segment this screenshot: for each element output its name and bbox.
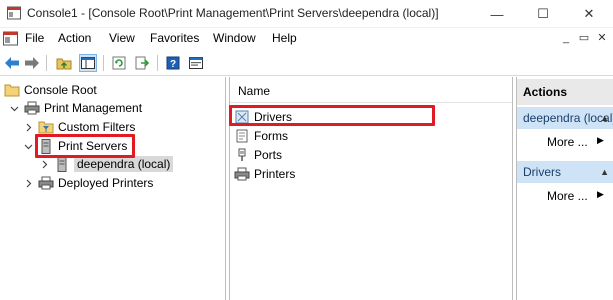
forms-icon [234,128,250,144]
toolbar-separator [46,55,47,71]
up-folder-icon[interactable] [55,54,73,72]
back-icon[interactable] [3,54,21,72]
server-icon [54,156,70,172]
chevron-right-icon: ▶ [597,189,604,199]
list-item-label: Drivers [254,110,292,124]
collapse-caret-icon[interactable]: ▲ [600,107,609,129]
actions-more-drivers[interactable]: More ... ▶ [547,189,604,203]
help-icon[interactable]: ? [164,54,182,72]
mmc-app-icon [7,6,21,20]
console-tree-pane: Console Root Print Management Custom Fil… [0,77,226,300]
forward-icon[interactable] [23,54,41,72]
actions-section-server[interactable]: deependra (local) ▲ [517,107,613,129]
column-header-name[interactable]: Name [230,77,512,103]
tree-label: Custom Filters [58,120,136,134]
menu-action[interactable]: Action [58,31,91,45]
toolbar-separator [157,55,158,71]
chevron-right-icon[interactable] [38,158,50,170]
list-item-printers[interactable]: Printers [234,165,295,183]
menu-window[interactable]: Window [213,31,256,45]
console-menu-icon[interactable] [3,31,18,46]
list-item-label: Ports [254,148,283,162]
actions-header: Actions [517,79,613,105]
chevron-right-icon[interactable] [22,177,34,189]
menu-bar: File Action View Favorites Window Help _… [0,28,613,50]
tree-label: Print Servers [58,139,128,153]
chevron-right-icon[interactable] [22,121,34,133]
folder-icon [4,82,20,98]
menu-view[interactable]: View [109,31,135,45]
properties-icon[interactable] [187,54,205,72]
drivers-icon [234,109,250,125]
tree-node-deployed-printers[interactable]: Deployed Printers [22,174,153,192]
tree-node-server-local[interactable]: deependra (local) [38,155,174,173]
toolbar: ? [0,50,613,76]
close-button[interactable]: ✕ [566,0,612,28]
actions-pane: Actions deependra (local) ▲ More ... ▶ D… [516,77,613,300]
mdi-close-button[interactable]: ✕ [594,30,610,46]
chevron-down-icon[interactable] [22,140,34,152]
list-item-label: Forms [254,129,288,143]
menu-favorites[interactable]: Favorites [150,31,199,45]
actions-section-drivers[interactable]: Drivers ▲ [517,161,613,183]
list-item-ports[interactable]: Ports [234,146,282,164]
mdi-restore-button[interactable]: ▭ [576,30,592,46]
actions-section-label: Drivers [523,165,561,179]
menu-file[interactable]: File [25,31,44,45]
printer-icon [38,175,54,191]
printer-icon [24,100,40,116]
refresh-icon[interactable] [110,54,128,72]
chevron-down-icon[interactable] [8,102,20,114]
window-title: Console1 - [Console Root\Print Managemen… [27,6,439,20]
more-label: More ... [547,135,588,149]
filter-folder-icon [38,119,54,135]
chevron-right-icon: ▶ [597,135,604,145]
port-plug-icon [234,147,250,163]
list-item-drivers[interactable]: Drivers [234,108,292,126]
tree-label: Console Root [24,83,97,97]
tree-label: Deployed Printers [58,176,154,190]
tree-node-print-servers[interactable]: Print Servers [22,137,127,155]
more-label: More ... [547,189,588,203]
svg-text:?: ? [170,59,176,70]
minimize-button[interactable]: — [474,0,520,28]
tree-node-print-management[interactable]: Print Management [8,99,142,117]
printer-icon [234,166,250,182]
column-header-label: Name [238,84,271,98]
tree-label: Print Management [44,101,143,115]
toolbar-separator [103,55,104,71]
collapse-caret-icon[interactable]: ▲ [600,161,609,183]
menu-help[interactable]: Help [272,31,297,45]
server-icon [38,138,54,154]
maximize-button[interactable]: ☐ [520,0,566,28]
list-item-forms[interactable]: Forms [234,127,288,145]
show-hide-tree-icon[interactable] [79,54,97,72]
list-item-label: Printers [254,167,296,181]
actions-more-server[interactable]: More ... ▶ [547,135,604,149]
export-list-icon[interactable] [133,54,151,72]
mdi-minimize-button[interactable]: _ [558,30,574,46]
tree-node-custom-filters[interactable]: Custom Filters [22,118,135,136]
tree-node-console-root[interactable]: Console Root [4,81,97,99]
result-list-pane: Name Drivers Forms Ports Printers [229,77,513,300]
tree-label-selected: deependra (local) [74,156,174,172]
title-bar: Console1 - [Console Root\Print Managemen… [0,0,613,28]
